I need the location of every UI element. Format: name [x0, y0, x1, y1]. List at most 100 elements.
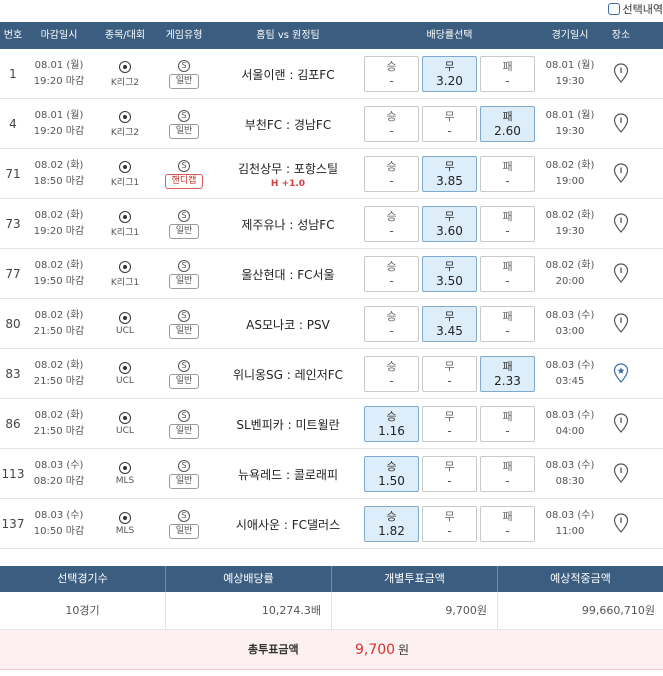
odds-lose-value: 2.33 — [494, 374, 521, 388]
odds-draw-button[interactable]: 무- — [422, 356, 477, 392]
odds-win-button[interactable]: 승- — [364, 256, 419, 292]
odds-draw-button[interactable]: 무- — [422, 106, 477, 142]
odds-win-button[interactable]: 승- — [364, 206, 419, 242]
game-type-badge: 일반 — [168, 123, 200, 139]
odds-win-button[interactable]: 승- — [364, 106, 419, 142]
location-pin-icon[interactable] — [613, 512, 629, 536]
table-row: 113 08.03 (수) 08:20 마감 MLS S 일반 뉴욕레드 : 콜로래피 승 1.… — [0, 449, 663, 499]
odds-draw-button[interactable]: 무- — [422, 456, 477, 492]
odds-lose-button[interactable]: 패- — [480, 156, 535, 192]
location-pin-icon[interactable] — [613, 112, 629, 136]
game-datetime: 08.03 (수) 03:00 — [537, 299, 603, 349]
odds-win-label: 승 — [386, 260, 397, 273]
odds-win-button[interactable]: 승- — [364, 306, 419, 342]
odds-lose-button[interactable]: 패- — [480, 456, 535, 492]
row-number: 1 — [9, 67, 17, 81]
match-teams: SL벤피카 : 미트윌란 — [236, 417, 340, 432]
odds-lose-button[interactable]: 패- — [480, 306, 535, 342]
odds-lose-label: 패 — [502, 110, 513, 123]
odds-lose-button[interactable]: 패- — [480, 506, 535, 542]
selection-toggle[interactable]: 선택내역 — [607, 1, 663, 17]
odds-draw-button[interactable]: 무 3.60 — [422, 206, 477, 242]
table-row: 73 08.02 (화) 19:20 마감 K리그1 S 일반 제주유나 : 성남FC 승 - 무… — [0, 199, 663, 249]
location-pin-icon[interactable] — [613, 212, 629, 236]
location-pin-icon[interactable] — [613, 262, 629, 286]
selection-toggle-label: 선택내역 — [622, 3, 663, 16]
odds-lose-button[interactable]: 패- — [480, 206, 535, 242]
odds-win-button[interactable]: 승- — [364, 156, 419, 192]
match-teams: 제주유나 : 성남FC — [241, 217, 335, 232]
table-row: 80 08.02 (화) 21:50 마감 UCL S 일반 AS모나코 : PSV 승 - 무 3… — [0, 299, 663, 349]
deadline-time: 19:20 마감 — [33, 126, 85, 137]
table-row: 86 08.02 (화) 21:50 마감 UCL S 일반 SL벤피카 : 미트윌란 승 1.… — [0, 399, 663, 449]
match-teams: 시애사운 : FC댈러스 — [235, 517, 341, 532]
table-row: 77 08.02 (화) 19:50 마감 K리그1 S 일반 울산현대 : FC서울 승 - 무… — [0, 249, 663, 299]
odds-win-button[interactable]: 승 1.16 — [364, 406, 419, 442]
location-pin-icon[interactable] — [613, 312, 629, 336]
odds-draw-button[interactable]: 무 3.45 — [422, 306, 477, 342]
game-datetime: 08.03 (수) 04:00 — [537, 399, 603, 449]
venue — [604, 399, 638, 449]
game-datetime: 08.03 (수) 08:30 — [537, 449, 603, 499]
game-time: 19:30 — [555, 76, 585, 87]
deadline-date: 08.02 (화) — [34, 310, 84, 321]
odds-lose-button[interactable]: 패 2.60 — [480, 106, 535, 142]
deadline-time: 19:20 마감 — [33, 76, 85, 87]
deadline-date: 08.02 (화) — [34, 410, 84, 421]
location-pin-icon[interactable] — [613, 412, 629, 436]
odds-lose-button[interactable]: 패- — [480, 406, 535, 442]
deadline-time: 18:50 마감 — [33, 176, 85, 187]
game-type: S 일반 — [155, 399, 213, 449]
sport-type-icon: S — [178, 309, 190, 322]
odds-draw-value: - — [447, 374, 452, 388]
odds-win-button[interactable]: 승- — [364, 56, 419, 92]
soccer-ball-icon — [119, 260, 131, 273]
odds-lose-button[interactable]: 패- — [480, 56, 535, 92]
odds-win-button[interactable]: 승 1.82 — [364, 506, 419, 542]
location-star-icon[interactable] — [613, 362, 629, 386]
game-type-badge: 일반 — [168, 373, 200, 389]
top-bar: 선택내역 — [0, 0, 663, 22]
deadline-time: 21:50 마감 — [33, 376, 85, 387]
odds-lose-value: - — [505, 474, 510, 488]
deadline-date: 08.02 (화) — [34, 160, 84, 171]
summary-header-payout: 예상적중금액 — [550, 572, 611, 585]
odds-lose-label: 패 — [502, 310, 513, 323]
table-row: 4 08.01 (월) 19:20 마감 K리그2 S 일반 부천FC : 경남FC 승 - 무 -… — [0, 99, 663, 149]
game-date: 08.03 (수) — [545, 510, 595, 521]
odds-lose-button[interactable]: 패- — [480, 256, 535, 292]
odds-win-button[interactable]: 승 1.50 — [364, 456, 419, 492]
summary-stake: 9,700원 — [332, 592, 498, 630]
location-pin-icon[interactable] — [613, 62, 629, 86]
row-number: 73 — [5, 217, 21, 231]
row-number: 137 — [1, 517, 25, 531]
sport-type-icon: S — [178, 109, 190, 122]
odds-win-button[interactable]: 승- — [364, 356, 419, 392]
soccer-ball-icon — [119, 512, 131, 524]
odds-draw-button[interactable]: 무 3.20 — [422, 56, 477, 92]
summary-odds: 10,274.3배 — [166, 592, 332, 630]
deadline-date: 08.02 (화) — [34, 260, 84, 271]
odds-win-value: 1.50 — [378, 474, 405, 488]
location-pin-icon[interactable] — [613, 462, 629, 486]
match: 김천상무 : 포항스틸 H +1.0 — [218, 149, 358, 199]
checkbox-icon[interactable] — [607, 3, 620, 15]
odds-lose-button[interactable]: 패 2.33 — [480, 356, 535, 392]
odds-draw-button[interactable]: 무 3.85 — [422, 156, 477, 192]
league-name: MLS — [115, 526, 135, 536]
row-number: 4 — [9, 117, 17, 131]
odds-draw-button[interactable]: 무- — [422, 406, 477, 442]
game-type-badge: 일반 — [168, 273, 200, 289]
game-time: 03:00 — [555, 326, 585, 337]
soccer-ball-icon — [119, 210, 131, 223]
summary-header-count: 선택경기수 — [0, 566, 166, 592]
sport-type-icon: S — [178, 159, 190, 172]
location-pin-icon[interactable] — [613, 162, 629, 186]
odds-draw-button[interactable]: 무- — [422, 506, 477, 542]
header-match: 홈팀 vs 원정팀 — [256, 30, 320, 41]
match-teams: 위니옹SG : 레인저FC — [232, 367, 344, 382]
odds-draw-button[interactable]: 무 3.50 — [422, 256, 477, 292]
game-type: S 일반 — [155, 449, 213, 499]
summary-values: 10경기 10,274.3배 9,700원 99,660,710원 — [0, 592, 663, 630]
odds-lose-value: - — [505, 274, 510, 288]
